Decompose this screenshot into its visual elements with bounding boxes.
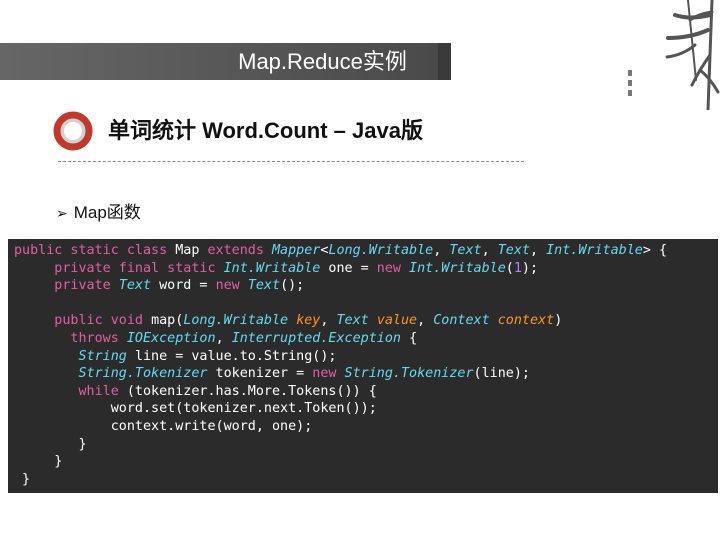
code-line: context.write(word, one); (8, 418, 718, 436)
code-token: Text (336, 313, 377, 329)
code-token: (line); (473, 366, 530, 382)
code-line: String.Tokenizer tokenizer = new String.… (8, 365, 718, 383)
code-token: } (14, 454, 63, 470)
code-token: value (376, 313, 418, 329)
code-token: String.Tokenizer (14, 366, 216, 382)
code-token: word.set(tokenizer.next.Token()); (14, 401, 377, 417)
code-token: { (409, 330, 418, 346)
slide-title: Map.Reduce实例 (238, 49, 407, 74)
code-token: String (14, 348, 135, 364)
code-line: public void map(Long.Writable key, Text … (8, 312, 718, 330)
code-token: , (320, 313, 337, 329)
code-token: private final static (14, 260, 224, 276)
code-token: Context (433, 313, 498, 329)
code-token: 1 (513, 260, 522, 276)
code-token: , (433, 243, 450, 258)
code-token: Int.Writable (409, 260, 506, 276)
arrow-bullet-icon: ➢ (56, 205, 68, 221)
code-token: Map (175, 243, 208, 258)
code-line: } (8, 436, 718, 454)
code-token: one = (328, 260, 377, 276)
code-line: while (tokenizer.has.More.Tokens()) { (8, 383, 718, 401)
code-token: private (14, 278, 119, 294)
code-line: } (8, 453, 718, 471)
section-subtitle: 单词统计 Word.Count – Java版 (108, 118, 423, 143)
dashed-divider (58, 161, 524, 162)
bullet-item: ➢ Map函数 (56, 198, 141, 223)
bamboo-decoration (628, 0, 720, 110)
code-line: word.set(tokenizer.next.Token()); (8, 400, 718, 418)
code-token: String.Tokenizer (344, 366, 474, 382)
code-token: throws (14, 330, 127, 346)
code-token: , (215, 330, 232, 346)
code-token: Text (449, 243, 482, 258)
code-line: public static class Map extends Mapper<L… (8, 242, 718, 260)
code-token: new (376, 260, 410, 276)
code-token: ( (505, 260, 514, 276)
code-line: throws IOException, Interrupted.Exceptio… (8, 330, 718, 348)
code-token: line = value.to.String(); (134, 348, 337, 364)
code-token: , (481, 243, 498, 258)
code-token: public static class (14, 243, 176, 258)
code-token: IOException (126, 330, 216, 346)
code-token: new (312, 366, 345, 382)
code-token: key (296, 313, 321, 329)
code-token: Long.Writable (183, 313, 297, 329)
code-token: ); (521, 260, 539, 276)
code-token: while (14, 383, 127, 399)
code-token: } (14, 436, 87, 452)
code-token: word = (159, 278, 216, 294)
code-token: tokenizer = (215, 366, 313, 382)
code-token: Interrupted.Exception (231, 330, 410, 346)
code-token: Long.Writable (328, 243, 434, 258)
code-token: public void (14, 313, 152, 329)
code-token: Int.Writable (223, 260, 329, 276)
code-token: context.write(word, one); (14, 418, 313, 434)
code-token: , (417, 313, 434, 329)
code-token: new (215, 278, 248, 294)
code-token: (tokenizer.has.More.Tokens()) { (126, 383, 377, 399)
code-token: map( (151, 313, 184, 329)
code-token: Text (247, 278, 281, 294)
ring-icon (53, 111, 93, 151)
code-line: } (8, 471, 718, 489)
code-block: public static class Map extends Mapper<L… (8, 239, 718, 493)
code-token: Text (497, 243, 530, 258)
code-line: private Text word = new Text(); (8, 277, 718, 295)
bullet-label: Map函数 (73, 203, 141, 222)
code-token: Mapper (272, 243, 321, 258)
code-token: Int.Writable (546, 243, 643, 258)
title-bar-accent (438, 43, 451, 80)
code-token: Text (118, 278, 160, 294)
code-token: , (530, 243, 547, 258)
code-token: ) (554, 313, 563, 329)
code-line: private final static Int.Writable one = … (8, 260, 718, 278)
code-token: extends (207, 243, 272, 258)
code-token: (); (280, 278, 305, 294)
code-token: > { (642, 243, 668, 258)
code-token: context (497, 313, 555, 329)
code-token: } (14, 471, 31, 487)
code-line: String line = value.to.String(); (8, 348, 718, 366)
